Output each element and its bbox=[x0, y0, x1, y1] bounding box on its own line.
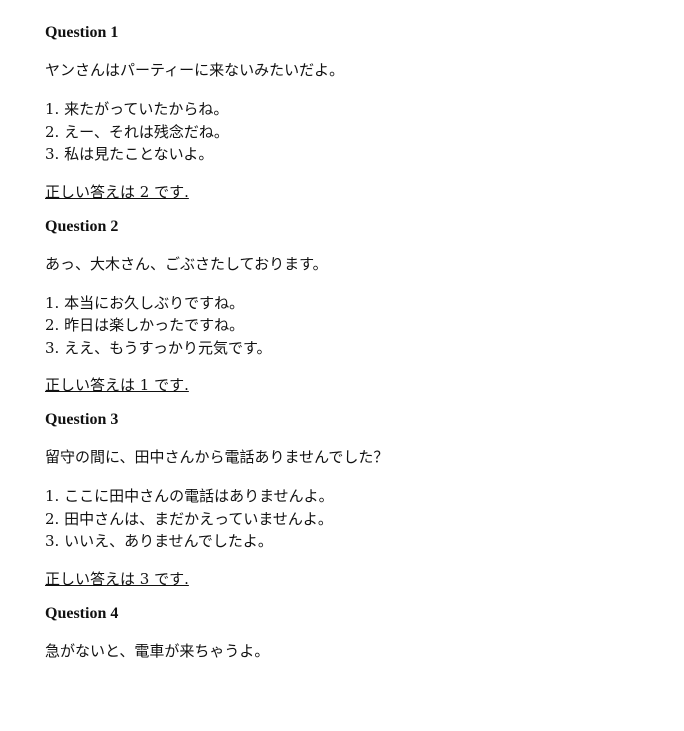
answer-options: 1. 本当にお久しぶりですね。 2. 昨日は楽しかったですね。 3. ええ、もう… bbox=[45, 292, 684, 360]
question-heading: Question 1 bbox=[45, 24, 119, 41]
answer-options: 1. 来たがっていたからね。 2. えー、それは残念だね。 3. 私は見たことな… bbox=[45, 98, 684, 166]
option-2: 2. 田中さんは、まだかえっていませんよ。 bbox=[45, 509, 333, 528]
question-heading: Question 4 bbox=[45, 604, 119, 622]
question-block-3: Question 3 留守の間に、田中さんから電話ありませんでした？ 1. ここ… bbox=[45, 411, 684, 589]
option-3: 3. 私は見たことないよ。 bbox=[45, 145, 214, 163]
answer-options: 1. ここに田中さんの電話はありませんよ。 2. 田中さんは、まだかえっていませ… bbox=[45, 485, 684, 553]
question-block-4: Question 4 急がないと、電車が来ちゃうよ。 bbox=[45, 605, 684, 661]
correct-answer: 正しい答えは 3 です. bbox=[45, 569, 189, 588]
quiz-page: Question 1 ヤンさんはパーティーに来ないみたいだよ。 1. 来たがって… bbox=[0, 0, 684, 731]
question-heading: Question 2 bbox=[45, 217, 119, 235]
option-2: 2. 昨日は楽しかったですね。 bbox=[45, 316, 245, 334]
correct-answer: 正しい答えは 2 です. bbox=[45, 182, 189, 201]
option-1: 1. 本当にお久しぶりですね。 bbox=[45, 293, 245, 312]
option-1: 1. 来たがっていたからね。 bbox=[45, 100, 229, 118]
question-heading: Question 3 bbox=[45, 411, 119, 428]
correct-answer: 正しい答えは 1 です. bbox=[45, 376, 189, 394]
option-3: 3. いいえ、ありませんでしたよ。 bbox=[45, 532, 273, 550]
option-2: 2. えー、それは残念だね。 bbox=[45, 122, 229, 141]
question-prompt: ヤンさんはパーティーに来ないみたいだよ。 bbox=[45, 61, 345, 79]
question-block-1: Question 1 ヤンさんはパーティーに来ないみたいだよ。 1. 来たがって… bbox=[45, 24, 684, 202]
question-prompt: 留守の間に、田中さんから電話ありませんでした？ bbox=[45, 448, 389, 466]
question-block-2: Question 2 あっ、大木さん、ごぶさたしております。 1. 本当にお久し… bbox=[45, 218, 684, 396]
option-3: 3. ええ、もうすっかり元気です。 bbox=[45, 338, 272, 357]
question-prompt: あっ、大木さん、ごぶさたしております。 bbox=[45, 254, 328, 273]
option-1: 1. ここに田中さんの電話はありませんよ。 bbox=[45, 487, 334, 505]
question-prompt: 急がないと、電車が来ちゃうよ。 bbox=[45, 641, 270, 660]
